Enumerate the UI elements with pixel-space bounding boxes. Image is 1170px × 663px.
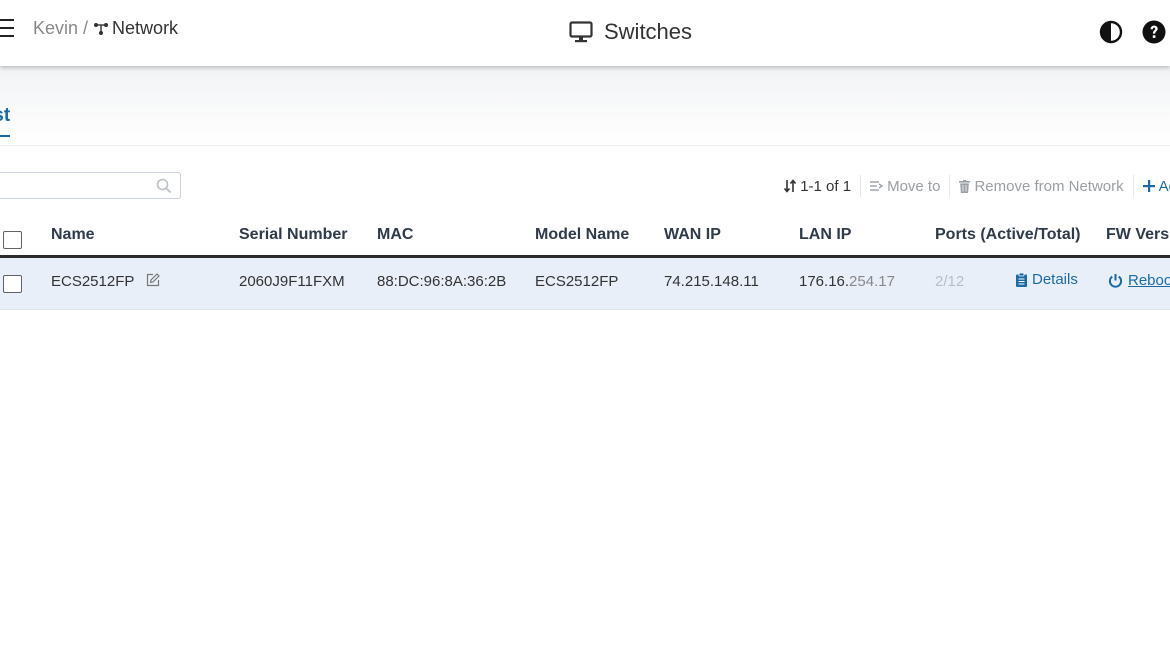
add-label: Ad: [1158, 177, 1170, 195]
cell-mac: 88:DC:96:8A:36:2B: [377, 273, 507, 290]
power-icon: [1108, 274, 1123, 288]
page-title-text: Switches: [604, 19, 693, 44]
column-header-fw-version[interactable]: FW Versi: [1106, 226, 1170, 244]
tab-list[interactable]: ist: [0, 105, 11, 137]
details-button[interactable]: Details: [1016, 271, 1078, 288]
remove-label: Remove from Network: [974, 177, 1124, 195]
search-box: [0, 172, 181, 199]
move-to-label: Move to: [887, 177, 941, 195]
trash-icon: [959, 179, 971, 193]
clipboard-icon: [1016, 272, 1027, 287]
lan-ip-prefix: 176.16.: [799, 273, 850, 290]
page-title: Switches: [569, 19, 692, 45]
menu-icon[interactable]: [0, 19, 14, 37]
column-header-name[interactable]: Name: [51, 226, 95, 244]
cell-ports: 2/12: [935, 273, 965, 290]
tab-bar: ist: [0, 66, 1170, 146]
top-header: Kevin / Network Switches: [0, 0, 1170, 66]
contrast-icon[interactable]: [1099, 20, 1123, 44]
column-header-serial[interactable]: Serial Number: [239, 226, 347, 244]
search-input[interactable]: [0, 173, 141, 198]
sort-count[interactable]: 1-1 of 1: [775, 175, 862, 197]
cell-name: ECS2512FP: [51, 273, 161, 290]
remove-from-network-button[interactable]: Remove from Network: [950, 175, 1134, 197]
cell-serial: 2060J9F11FXM: [239, 273, 345, 290]
breadcrumb: Kevin / Network: [33, 18, 178, 39]
plus-icon: [1142, 180, 1155, 192]
network-icon: [94, 22, 109, 35]
table-row[interactable]: ECS2512FP 2060J9F11FXM 88:DC:96:8A:36:2B…: [0, 258, 1170, 310]
switch-table: Name Serial Number MAC Model Name WAN IP…: [0, 210, 1170, 310]
reboot-button[interactable]: Reboo: [1108, 272, 1170, 289]
sort-icon: [784, 179, 797, 193]
cell-lan-ip: 176.16.254.17: [799, 273, 895, 290]
help-icon[interactable]: [1142, 20, 1166, 44]
column-header-model[interactable]: Model Name: [535, 226, 629, 244]
move-icon: [870, 181, 884, 191]
row-checkbox[interactable]: [3, 275, 22, 293]
table-header: Name Serial Number MAC Model Name WAN IP…: [0, 210, 1170, 258]
move-to-button[interactable]: Move to: [861, 175, 951, 197]
lan-ip-suffix: 254.17: [849, 273, 895, 290]
details-label: Details: [1032, 271, 1078, 288]
edit-icon[interactable]: [146, 273, 161, 287]
column-header-lan-ip[interactable]: LAN IP: [799, 226, 851, 244]
column-header-wan-ip[interactable]: WAN IP: [664, 226, 721, 244]
column-header-ports[interactable]: Ports (Active/Total): [935, 226, 1081, 244]
breadcrumb-separator: /: [83, 18, 89, 38]
breadcrumb-root[interactable]: Kevin: [33, 18, 78, 39]
monitor-icon: [569, 21, 593, 43]
cell-model: ECS2512FP: [535, 273, 619, 290]
record-count: 1-1 of 1: [800, 177, 852, 195]
device-name: ECS2512FP: [51, 273, 135, 290]
column-header-mac[interactable]: MAC: [377, 226, 413, 244]
table-toolbar: 1-1 of 1 Move to Remove from Network Ad: [775, 175, 1170, 197]
search-icon[interactable]: [156, 178, 172, 194]
add-button[interactable]: Ad: [1134, 175, 1170, 197]
breadcrumb-current: Network: [112, 18, 179, 38]
reboot-label: Reboo: [1128, 272, 1170, 289]
select-all-checkbox[interactable]: [3, 231, 22, 249]
cell-wan-ip: 74.215.148.11: [664, 273, 759, 290]
